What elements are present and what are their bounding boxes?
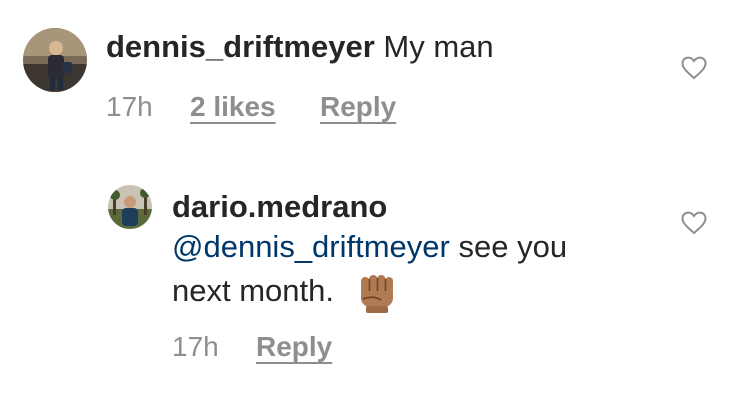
- heart-outline-icon[interactable]: [681, 56, 707, 80]
- comment-text-line-1: @dennis_driftmeyer see you: [172, 222, 567, 272]
- mention-link[interactable]: @dennis_driftmeyer: [172, 229, 450, 264]
- avatar-photo-icon: [23, 28, 87, 92]
- avatar-photo-icon: [108, 185, 152, 229]
- comment-username[interactable]: dario.medrano: [172, 189, 387, 224]
- comment-text: dennis_driftmeyer My man: [106, 22, 494, 72]
- avatar[interactable]: [108, 185, 152, 229]
- reply-button[interactable]: Reply: [256, 331, 332, 363]
- comment-body-line-2: next month.: [172, 273, 334, 308]
- comment-meta: 17h 2 likes Reply: [106, 91, 426, 125]
- comment-body-line-1: see you: [458, 229, 568, 264]
- avatar[interactable]: [23, 28, 87, 92]
- comment-username[interactable]: dennis_driftmeyer: [106, 29, 375, 64]
- raised-fist-emoji-icon: [360, 274, 393, 313]
- comment-timestamp: 17h: [172, 331, 219, 362]
- comment-text-line-2: next month.: [172, 266, 397, 316]
- comment-timestamp: 17h: [106, 91, 153, 122]
- comment-body: My man: [383, 29, 494, 64]
- comment-meta: 17h Reply: [172, 331, 372, 365]
- reply-button[interactable]: Reply: [320, 91, 396, 123]
- likes-count-link[interactable]: 2 likes: [190, 91, 276, 123]
- heart-outline-icon[interactable]: [681, 211, 707, 235]
